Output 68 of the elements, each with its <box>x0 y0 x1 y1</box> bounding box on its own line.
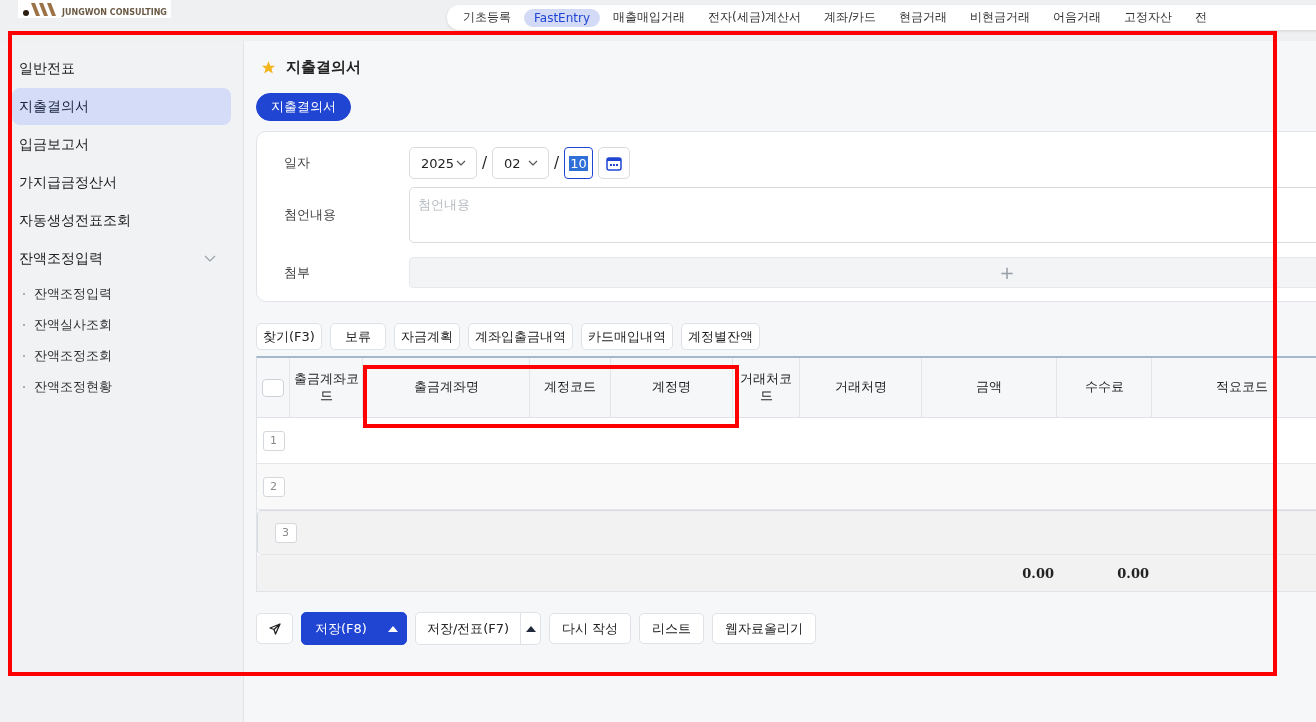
date-separator: / <box>482 154 488 172</box>
toolbar-button[interactable]: 찾기(F3) <box>256 323 322 350</box>
column-header: 적요코드 <box>1215 379 1268 396</box>
column-header: 수수료 <box>1084 379 1124 396</box>
action-button[interactable]: 다시 작성 <box>549 613 632 644</box>
sidebar-subitem[interactable]: 잔액실사조회 <box>0 309 243 340</box>
chevron-icon <box>456 160 466 166</box>
column-header: 계정명 <box>652 379 691 396</box>
field-label: 첨부 <box>283 263 311 282</box>
sidebar-item[interactable]: 자동생성전표조회 <box>12 202 231 239</box>
page-tab[interactable]: 지출결의서 <box>256 93 351 121</box>
toolbar-button[interactable]: 계정별잔액 <box>680 323 760 350</box>
menu-tab[interactable]: FastEntry <box>524 8 601 27</box>
field-label: 일자 <box>283 154 311 172</box>
caret-icon <box>387 625 398 632</box>
send-button[interactable] <box>256 613 293 644</box>
sidebar-item[interactable]: 가지급금정산서 <box>12 164 231 201</box>
column-header: 거래처코드 <box>739 370 793 405</box>
day-input[interactable]: 10 <box>564 147 594 179</box>
column-header: 계정코드 <box>544 379 596 396</box>
sidebar-subitem[interactable]: 잔액조정조회 <box>0 340 243 371</box>
menu-tab[interactable]: 전 <box>1185 7 1218 28</box>
sidebar-subitem[interactable]: 잔액조정입력 <box>0 278 243 309</box>
column-header: 거래처명 <box>834 379 887 396</box>
calendar-icon <box>606 155 623 171</box>
month-select[interactable]: 02 <box>492 147 550 179</box>
table-row[interactable]: 3 <box>257 510 1316 555</box>
row-number: 2 <box>262 476 285 497</box>
caret-icon <box>525 625 536 632</box>
toolbar-button[interactable]: 자금계획 <box>393 323 460 350</box>
comment-field[interactable]: 첨언내용 <box>409 187 1316 243</box>
page-title: 지출결의서 <box>286 57 361 77</box>
menu-tab[interactable]: 고정자산 <box>1114 7 1183 28</box>
menu-tab[interactable]: 매출매입거래 <box>603 7 696 28</box>
menu-tab[interactable]: 계좌/카드 <box>814 7 887 28</box>
column-header: 출금계좌코드 <box>293 370 359 405</box>
menu-tab[interactable]: 현금거래 <box>889 7 958 28</box>
sidebar-item[interactable]: 잔액조정입력 <box>12 240 231 277</box>
menu-tab[interactable]: 비현금거래 <box>960 7 1041 28</box>
select-all-checkbox[interactable] <box>262 378 284 397</box>
menu-tab[interactable]: 전자(세금)계산서 <box>698 7 812 28</box>
calendar-button[interactable] <box>598 147 631 179</box>
table-row[interactable]: 2 <box>257 464 1316 510</box>
logo-caption: JUNGWON CONSULTING <box>62 8 167 17</box>
total-amount: 0.00 <box>1022 565 1054 581</box>
logo-icon <box>22 3 58 17</box>
field-label: 첨언내용 <box>283 206 337 224</box>
action-button[interactable]: 리스트 <box>639 613 705 644</box>
date-separator: / <box>554 154 560 172</box>
row-number: 1 <box>262 430 285 451</box>
sidebar-item[interactable]: 입금보고서 <box>12 126 231 163</box>
toolbar-button[interactable]: 계좌입출금내역 <box>467 323 573 350</box>
column-header: 출금계좌명 <box>413 379 479 396</box>
menu-tab[interactable]: 어음거래 <box>1043 7 1112 28</box>
star-icon[interactable] <box>261 59 276 75</box>
paper-plane-icon <box>268 622 281 635</box>
menu-tab[interactable]: 기초등록 <box>453 7 521 28</box>
year-select[interactable]: 2025 <box>409 147 477 179</box>
toolbar-button[interactable]: 카드매입내역 <box>580 323 673 350</box>
action-button[interactable]: 웹자료올리기 <box>712 613 817 644</box>
sidebar-item[interactable]: 일반전표 <box>12 50 231 87</box>
sidebar-subitem[interactable]: 잔액조정현황 <box>0 371 243 402</box>
column-header: 금액 <box>976 379 1002 396</box>
total-fee: 0.00 <box>1117 565 1149 581</box>
toolbar-button[interactable]: 보류 <box>329 323 386 350</box>
chevron-icon <box>528 160 539 166</box>
row-number: 3 <box>274 522 297 543</box>
sidebar-item[interactable]: 지출결의서 <box>12 88 231 125</box>
